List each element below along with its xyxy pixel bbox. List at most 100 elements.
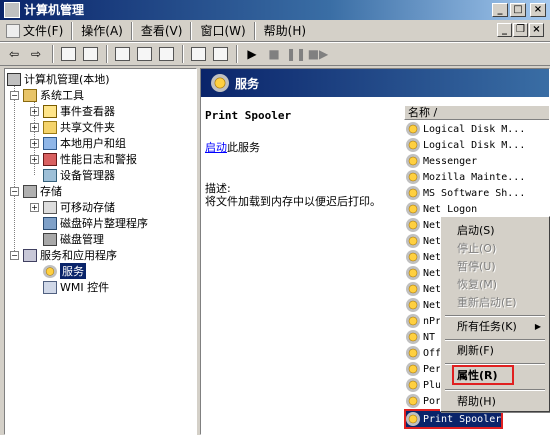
- tree-item-services-apps[interactable]: − 服务和应用程序: [10, 247, 117, 263]
- tree-item-storage[interactable]: − 存储: [10, 183, 62, 199]
- collapse-icon[interactable]: −: [10, 186, 19, 196]
- expand-icon[interactable]: +: [30, 154, 39, 164]
- list-item[interactable]: Logical Disk M...: [406, 121, 525, 137]
- list-item[interactable]: Per: [406, 361, 441, 377]
- tree-item-system-tools[interactable]: − 系统工具: [10, 87, 84, 103]
- up-folder-icon: [60, 47, 76, 61]
- stop-icon: ■: [268, 47, 280, 61]
- collapse-icon[interactable]: −: [10, 90, 19, 100]
- tree-item-removable[interactable]: + 可移动存储: [30, 199, 115, 215]
- pause-service-button[interactable]: ❚❚: [286, 44, 306, 64]
- menu-help[interactable]: 帮助(H): [258, 21, 312, 41]
- list-item[interactable]: NT: [406, 329, 435, 345]
- list-item-label: Off: [423, 347, 442, 359]
- forward-button[interactable]: ⇨: [26, 44, 46, 64]
- help-toolbar-button[interactable]: [188, 44, 208, 64]
- list-item[interactable]: Off: [406, 345, 441, 361]
- ctx-refresh[interactable]: 刷新(F): [443, 341, 547, 359]
- menu-help-label: 帮助(H): [263, 24, 307, 38]
- view-toolbar-button[interactable]: [210, 44, 230, 64]
- mdi-minimize-button[interactable]: _: [497, 23, 512, 37]
- list-item[interactable]: Net: [406, 281, 441, 297]
- list-item-label: Net: [423, 267, 442, 279]
- maximize-button[interactable]: □: [510, 3, 526, 17]
- start-service-suffix: 此服务: [227, 141, 260, 154]
- shared-folder-icon: [43, 120, 57, 134]
- start-service-button[interactable]: ▶: [242, 44, 262, 64]
- list-item[interactable]: Logical Disk M...: [406, 137, 525, 153]
- menu-file[interactable]: 文件(F): [0, 21, 69, 41]
- play-icon: ▶: [247, 47, 257, 61]
- collapse-icon[interactable]: −: [10, 250, 19, 260]
- restart-service-button[interactable]: ■▶: [308, 44, 329, 64]
- list-item[interactable]: Plu: [406, 377, 441, 393]
- list-item[interactable]: Net: [406, 217, 441, 233]
- ctx-pause[interactable]: 暂停(U): [443, 257, 547, 275]
- tree-item-event-viewer[interactable]: + 事件查看器: [30, 103, 115, 119]
- back-button[interactable]: ⇦: [4, 44, 24, 64]
- list-item-label: Net: [423, 235, 442, 247]
- tree-item-services[interactable]: 服务: [43, 263, 86, 279]
- list-item-label: MS Software Sh...: [423, 187, 526, 199]
- tree-item-local-users[interactable]: + 本地用户和组: [30, 135, 126, 151]
- up-level-button[interactable]: [58, 44, 78, 64]
- list-item[interactable]: Net: [406, 297, 441, 313]
- menu-window[interactable]: 窗口(W): [194, 21, 251, 41]
- tree-item-label: 性能日志和警报: [60, 153, 137, 166]
- ctx-start[interactable]: 启动(S): [443, 221, 547, 239]
- expand-icon[interactable]: +: [30, 202, 39, 212]
- close-button[interactable]: ×: [530, 3, 546, 17]
- tree-item-defrag[interactable]: 磁盘碎片整理程序: [43, 215, 148, 231]
- tree-item-perf-logs[interactable]: + 性能日志和警报: [30, 151, 137, 167]
- tree-item-label: 磁盘碎片整理程序: [60, 217, 148, 230]
- ctx-resume[interactable]: 恢复(M): [443, 275, 547, 293]
- expand-icon[interactable]: +: [30, 106, 39, 116]
- list-item-label: Net: [423, 251, 442, 263]
- start-service-link[interactable]: 启动: [205, 141, 227, 154]
- menu-view[interactable]: 查看(V): [135, 21, 189, 41]
- gear-icon: [406, 282, 420, 296]
- list-item[interactable]: Net: [406, 249, 441, 265]
- show-hide-tree-button[interactable]: [80, 44, 100, 64]
- tree-item-label: 可移动存储: [60, 201, 115, 214]
- menu-separator: [130, 21, 133, 40]
- expand-icon[interactable]: +: [30, 138, 39, 148]
- export-list-button[interactable]: [156, 44, 176, 64]
- list-item-print-spooler[interactable]: Print Spooler: [404, 409, 504, 429]
- list-item[interactable]: Net: [406, 233, 441, 249]
- stop-service-button[interactable]: ■: [264, 44, 284, 64]
- properties-toolbar-button[interactable]: [112, 44, 132, 64]
- ctx-properties[interactable]: 属性(R): [452, 365, 514, 385]
- ctx-all-tasks[interactable]: 所有任务(K) ▶: [443, 317, 547, 335]
- ctx-restart[interactable]: 重新启动(E): [443, 293, 547, 311]
- tree-item-device-manager[interactable]: 设备管理器: [43, 167, 115, 183]
- forward-arrow-icon: ⇨: [30, 47, 42, 61]
- column-header-name[interactable]: 名称 /: [404, 105, 549, 120]
- tree-item-label: 计算机管理(本地): [24, 73, 110, 86]
- services-gear-icon: [211, 74, 229, 92]
- list-item[interactable]: Por: [406, 393, 441, 409]
- ctx-stop[interactable]: 停止(O): [443, 239, 547, 257]
- list-item[interactable]: MS Software Sh...: [406, 185, 525, 201]
- list-item[interactable]: Mozilla Mainte...: [406, 169, 525, 185]
- tree-item-disk-management[interactable]: 磁盘管理: [43, 231, 104, 247]
- list-item[interactable]: Messenger: [406, 153, 477, 169]
- gear-icon: [406, 394, 420, 408]
- list-item[interactable]: nPr: [406, 313, 441, 329]
- service-name: Print Spooler: [205, 109, 292, 122]
- menu-action[interactable]: 操作(A): [75, 21, 129, 41]
- list-item[interactable]: Net: [406, 265, 441, 281]
- mdi-close-button[interactable]: ×: [529, 23, 544, 37]
- list-item[interactable]: Net Logon: [406, 201, 477, 217]
- tools-icon: [23, 88, 37, 102]
- tree-item-shared-folders[interactable]: + 共享文件夹: [30, 119, 115, 135]
- ctx-help[interactable]: 帮助(H): [443, 392, 547, 410]
- list-item-label: Logical Disk M...: [423, 123, 526, 135]
- refresh-toolbar-button[interactable]: [134, 44, 154, 64]
- mdi-restore-button[interactable]: ❐: [513, 23, 528, 37]
- expand-icon[interactable]: +: [30, 122, 39, 132]
- list-item-label: Per: [423, 363, 442, 375]
- tree-item-root[interactable]: 计算机管理(本地): [7, 71, 110, 87]
- tree-item-wmi[interactable]: WMI 控件: [43, 279, 109, 295]
- minimize-button[interactable]: _: [492, 3, 508, 17]
